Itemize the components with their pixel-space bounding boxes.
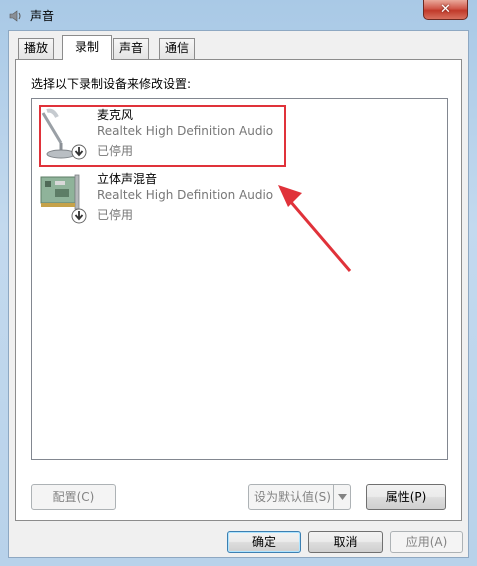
set-default-label: 设为默认值(S) — [254, 490, 331, 504]
close-icon: ✕ — [440, 2, 451, 17]
cancel-button[interactable]: 取消 — [308, 531, 383, 553]
tab-playback[interactable]: 播放 — [18, 38, 55, 59]
ok-button[interactable]: 确定 — [227, 531, 301, 553]
device-driver: Realtek High Definition Audio — [97, 188, 274, 202]
chevron-down-icon[interactable] — [333, 485, 350, 509]
window-title: 声音 — [30, 9, 55, 23]
device-list[interactable]: 麦克风 Realtek High Definition Audio 已停用 立体… — [31, 98, 448, 460]
speaker-icon — [9, 10, 21, 22]
properties-button[interactable]: 属性(P) — [366, 484, 446, 510]
close-button[interactable]: ✕ — [423, 0, 468, 20]
annotation-arrow — [278, 185, 352, 272]
device-status: 已停用 — [97, 208, 134, 222]
set-default-button[interactable]: 设为默认值(S) — [248, 484, 351, 510]
sound-card-icon — [40, 174, 87, 224]
instruction-text: 选择以下录制设备来修改设置: — [31, 77, 192, 91]
recording-panel: 选择以下录制设备来修改设置: 麦克风 Realtek High Definiti… — [15, 59, 462, 521]
tab-sounds[interactable]: 声音 — [113, 38, 150, 59]
tab-communications[interactable]: 通信 — [159, 38, 196, 59]
highlight-box — [39, 105, 286, 167]
dialog-body: 播放 录制 声音 通信 选择以下录制设备来修改设置: 麦克风 Realtek H… — [8, 30, 469, 558]
configure-button[interactable]: 配置(C) — [31, 484, 116, 510]
title-bar: 声音 ✕ — [0, 0, 477, 30]
device-name: 立体声混音 — [97, 172, 158, 186]
tab-recording[interactable]: 录制 — [62, 35, 112, 60]
apply-button[interactable]: 应用(A) — [390, 531, 463, 553]
